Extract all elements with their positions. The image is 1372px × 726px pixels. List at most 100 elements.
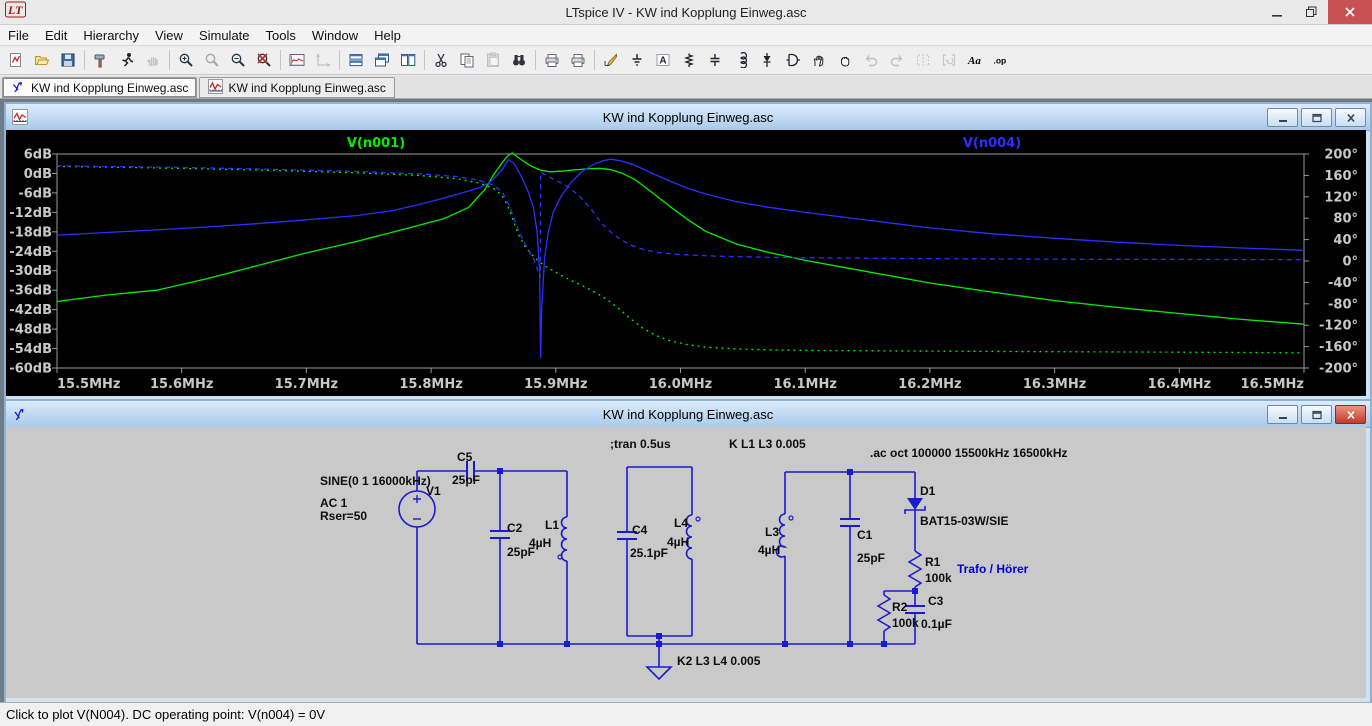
save-icon[interactable] — [55, 47, 81, 73]
app-minimize-button[interactable] — [1260, 0, 1294, 24]
schematic-window-title-bar[interactable]: KW ind Kopplung Einweg.asc — [6, 401, 1370, 428]
text-icon[interactable]: Aa — [962, 47, 988, 73]
legend-label-vn001[interactable]: V(n001) — [347, 136, 405, 151]
menu-item-hierarchy[interactable]: Hierarchy — [75, 26, 147, 45]
l3-value-label[interactable]: 4µH — [758, 543, 780, 557]
k2-directive[interactable]: K2 L3 L4 0.005 — [677, 654, 761, 668]
schematic-window: KW ind Kopplung Einweg.asc — [4, 399, 1372, 704]
tab-schematic[interactable]: KW ind Kopplung Einweg.asc — [2, 77, 197, 98]
d1-value-label[interactable]: BAT15-03W/SIE — [920, 514, 1008, 528]
d1-ref-label[interactable]: D1 — [920, 484, 936, 498]
schematic-canvas[interactable]: SINE(0 1 16000kHz) AC 1 Rser=50 V1 C5 25… — [6, 427, 1366, 698]
tile-horizontal-icon[interactable] — [343, 47, 369, 73]
ac-directive[interactable]: .ac oct 100000 15500kHz 16500kHz — [870, 446, 1067, 460]
control-panel-icon[interactable] — [88, 47, 114, 73]
v1-rser-label[interactable]: Rser=50 — [320, 509, 367, 523]
zoom-full-extents-icon[interactable] — [251, 47, 277, 73]
menu-item-view[interactable]: View — [147, 26, 191, 45]
l4-value-label[interactable]: 4µH — [667, 535, 689, 549]
r2-ref-label[interactable]: R2 — [892, 600, 908, 614]
c3-value-label[interactable]: 0.1µF — [921, 617, 952, 631]
component-c1[interactable] — [840, 519, 860, 526]
print-icon[interactable] — [565, 47, 591, 73]
c2-ref-label[interactable]: C2 — [507, 521, 523, 535]
app-restore-button[interactable] — [1294, 0, 1328, 24]
tab-waveform[interactable]: KW ind Kopplung Einweg.asc — [199, 77, 394, 98]
run-simulation-icon[interactable] — [114, 47, 140, 73]
plot-close-button[interactable] — [1335, 108, 1366, 127]
place-capacitor-icon[interactable] — [702, 47, 728, 73]
schematic-close-button[interactable] — [1335, 405, 1366, 424]
drag-icon[interactable] — [832, 47, 858, 73]
place-resistor-icon[interactable] — [676, 47, 702, 73]
c4-ref-label[interactable]: C4 — [632, 523, 648, 537]
component-r1[interactable] — [909, 551, 921, 587]
schematic-restore-button[interactable] — [1301, 405, 1332, 424]
c3-ref-label[interactable]: C3 — [928, 594, 944, 608]
c1-value-label[interactable]: 25pF — [857, 551, 885, 565]
waveform-window: KW ind Kopplung Einweg.asc 6dB0dB-6dB-12… — [4, 102, 1372, 402]
r1-ref-label[interactable]: R1 — [925, 555, 941, 569]
cascade-windows-icon[interactable] — [369, 47, 395, 73]
place-diode-icon[interactable] — [754, 47, 780, 73]
tile-vertical-icon[interactable] — [395, 47, 421, 73]
v1-ac-label[interactable]: AC 1 — [320, 496, 348, 510]
place-ground-icon[interactable] — [624, 47, 650, 73]
draw-wire-icon[interactable] — [598, 47, 624, 73]
mdi-client-area: KW ind Kopplung Einweg.asc 6dB0dB-6dB-12… — [0, 99, 1372, 702]
waveform-window-title-bar[interactable]: KW ind Kopplung Einweg.asc — [6, 104, 1370, 131]
status-text: Click to plot V(N004). DC operating poin… — [6, 707, 325, 722]
cut-icon[interactable] — [428, 47, 454, 73]
ground-symbol[interactable] — [647, 667, 671, 679]
l4-ref-label[interactable]: L4 — [674, 516, 688, 530]
plot-restore-button[interactable] — [1301, 108, 1332, 127]
waveform-plot[interactable]: 6dB0dB-6dB-12dB-18dB-24dB-30dB-36dB-42dB… — [6, 130, 1366, 396]
tran-directive[interactable]: ;tran 0.5us — [610, 437, 671, 451]
app-title-bar[interactable]: LT LTspice IV - KW ind Kopplung Einweg.a… — [0, 0, 1372, 25]
menu-item-window[interactable]: Window — [304, 26, 366, 45]
find-icon[interactable] — [506, 47, 532, 73]
c1-ref-label[interactable]: C1 — [857, 528, 873, 542]
menu-item-simulate[interactable]: Simulate — [191, 26, 258, 45]
move-icon[interactable] — [806, 47, 832, 73]
r1-value-label[interactable]: 100k — [925, 571, 952, 585]
schematic-wires[interactable] — [417, 467, 915, 667]
r2-value-label[interactable]: 100k — [892, 616, 919, 630]
copy-icon[interactable] — [454, 47, 480, 73]
c5-ref-label[interactable]: C5 — [457, 450, 473, 464]
app-close-button[interactable] — [1328, 0, 1372, 24]
c5-value-label[interactable]: 25pF — [452, 473, 480, 487]
menu-item-file[interactable]: File — [0, 26, 37, 45]
place-inductor-icon[interactable] — [728, 47, 754, 73]
schematic-minimize-button[interactable] — [1267, 405, 1298, 424]
component-c3[interactable] — [905, 606, 925, 613]
new-schematic-icon[interactable] — [3, 47, 29, 73]
l1-ref-label[interactable]: L1 — [545, 518, 559, 532]
component-l1[interactable] — [558, 517, 567, 561]
plot-settings-icon[interactable] — [284, 47, 310, 73]
v1-sine-label[interactable]: SINE(0 1 16000kHz) — [320, 474, 431, 488]
comment-text[interactable]: Trafo / Hörer — [957, 562, 1029, 576]
l3-ref-label[interactable]: L3 — [765, 525, 779, 539]
c4-value-label[interactable]: 25.1pF — [630, 546, 668, 560]
component-r2[interactable] — [878, 595, 890, 631]
trace-v-n001-magnitude-db- — [57, 153, 1304, 324]
l1-value-label[interactable]: 4µH — [529, 536, 551, 550]
menu-item-help[interactable]: Help — [366, 26, 409, 45]
menu-item-edit[interactable]: Edit — [37, 26, 75, 45]
place-net-label-icon[interactable]: A — [650, 47, 676, 73]
plot-minimize-button[interactable] — [1267, 108, 1298, 127]
zoom-out-icon[interactable] — [225, 47, 251, 73]
spice-directive-icon[interactable]: .op — [988, 47, 1014, 73]
print-preview-icon[interactable] — [539, 47, 565, 73]
zoom-in-icon[interactable] — [173, 47, 199, 73]
v1-ref-label[interactable]: V1 — [426, 484, 441, 498]
open-file-icon[interactable] — [29, 47, 55, 73]
y-left-tick-label: -36dB — [9, 284, 52, 299]
menu-item-tools[interactable]: Tools — [258, 26, 304, 45]
legend-label-vn004[interactable]: V(n004) — [963, 136, 1021, 151]
place-component-icon[interactable] — [780, 47, 806, 73]
k1-directive[interactable]: K L1 L3 0.005 — [729, 437, 806, 451]
y-left-tick-label: -48dB — [9, 323, 52, 338]
waveform-plot-svg[interactable]: 6dB0dB-6dB-12dB-18dB-24dB-30dB-36dB-42dB… — [6, 130, 1366, 396]
